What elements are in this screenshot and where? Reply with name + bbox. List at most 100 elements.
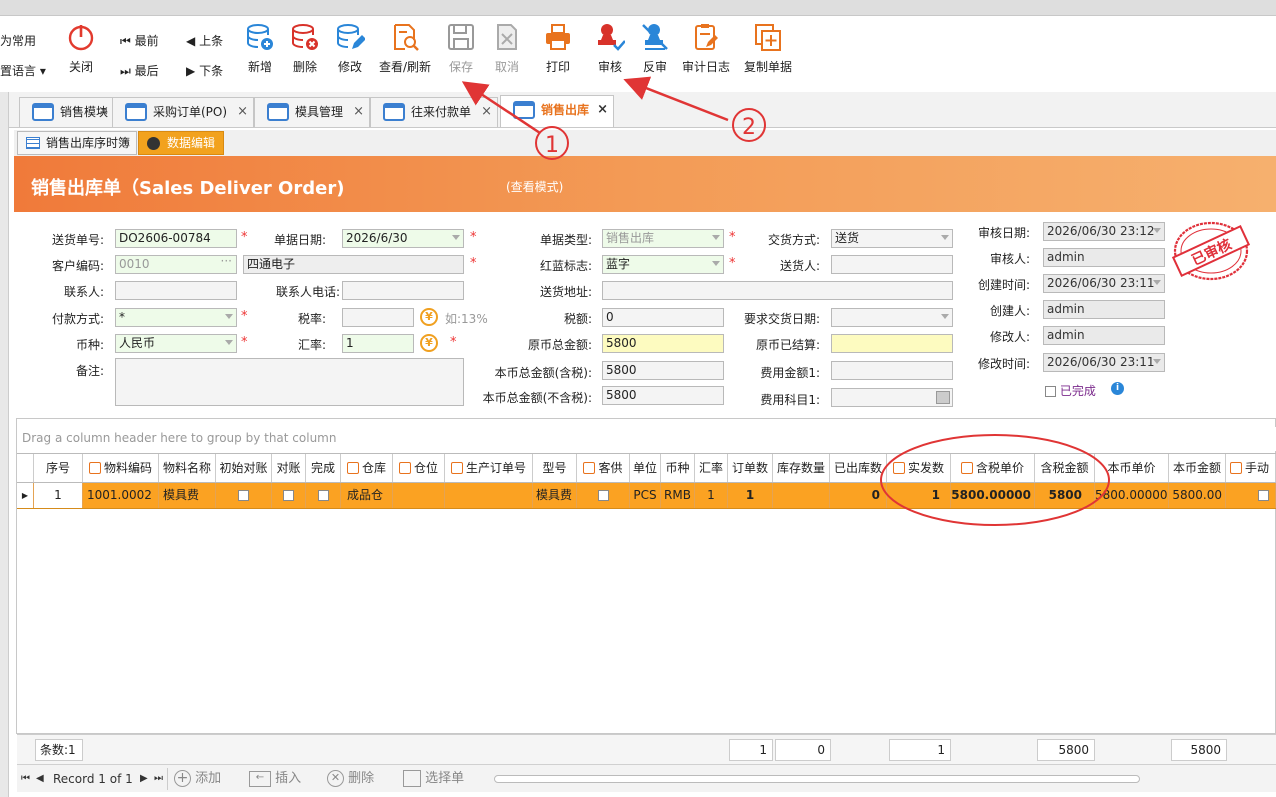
- next-icon[interactable]: ▶: [140, 768, 148, 790]
- cell-item-code[interactable]: 1001.0002: [83, 483, 159, 508]
- info-icon[interactable]: i: [1111, 382, 1124, 395]
- select-doc-button[interactable]: 选择单: [397, 768, 477, 790]
- col-amount-tax[interactable]: 含税金额: [1035, 454, 1095, 482]
- cell-unit-price-tax[interactable]: 5800.00000: [951, 483, 1035, 508]
- add-button[interactable]: 新增: [243, 22, 277, 82]
- delete-row-button[interactable]: ✕ 删除: [321, 768, 397, 790]
- save-button[interactable]: 保存: [444, 22, 478, 82]
- checkbox-icon[interactable]: [1258, 490, 1269, 501]
- col-done[interactable]: 完成: [306, 454, 341, 482]
- col-actual-qty[interactable]: 实发数: [887, 454, 951, 482]
- set-language-item[interactable]: 置语言 ▾: [0, 62, 46, 79]
- tab-sales-delivery[interactable]: 销售出库 ×: [500, 95, 614, 127]
- first-record-button[interactable]: ⏮ 最前: [120, 32, 159, 49]
- doc-type-select[interactable]: 销售出库: [602, 229, 724, 248]
- tab-mold-management[interactable]: 模具管理 ×: [254, 97, 370, 127]
- ellipsis-icon[interactable]: ···: [221, 256, 232, 270]
- checkbox-icon[interactable]: [283, 490, 294, 501]
- col-seq[interactable]: 序号: [34, 454, 83, 482]
- fee-subject-field[interactable]: [831, 388, 953, 407]
- cell-recon[interactable]: [272, 483, 306, 508]
- checkbox-icon[interactable]: [597, 490, 609, 501]
- contact-field[interactable]: [115, 281, 237, 300]
- col-rate[interactable]: 汇率: [695, 454, 728, 482]
- cell-amount-tax[interactable]: 5800: [1035, 483, 1095, 508]
- approve-button[interactable]: 审核: [592, 22, 628, 82]
- cell-rate[interactable]: 1: [695, 483, 728, 508]
- table-row[interactable]: ▶ 1 1001.0002 模具费 成品仓 模具费 PCS RMB 1 1 0 …: [17, 483, 1276, 509]
- next-record-button[interactable]: ▶ 下条: [186, 62, 223, 79]
- close-tab-icon[interactable]: ×: [98, 98, 109, 126]
- audit-log-button[interactable]: 审计日志: [680, 22, 732, 82]
- tab-sales-module[interactable]: 销售模块 ×: [19, 97, 115, 127]
- checkbox-icon[interactable]: [1045, 386, 1056, 397]
- yen-icon[interactable]: ¥: [420, 334, 438, 352]
- checkbox-icon[interactable]: [238, 490, 249, 501]
- local-total-tax-field[interactable]: 5800: [602, 361, 724, 380]
- edit-button[interactable]: 修改: [333, 22, 367, 82]
- cell-shipped-qty[interactable]: 0: [830, 483, 887, 508]
- print-button[interactable]: 打印: [540, 22, 576, 82]
- col-item-code[interactable]: 物料编码: [83, 454, 159, 482]
- col-order-qty[interactable]: 订单数: [728, 454, 773, 482]
- cell-order-qty[interactable]: 1: [728, 483, 773, 508]
- first-icon[interactable]: ⏮: [21, 768, 30, 790]
- col-item-name[interactable]: 物料名称: [159, 454, 216, 482]
- customer-name-field[interactable]: 四通电子: [243, 255, 464, 274]
- cell-local-price[interactable]: 5800.00000: [1095, 483, 1169, 508]
- cancel-button[interactable]: 取消: [490, 22, 524, 82]
- trade-method-select[interactable]: 送货: [831, 229, 953, 248]
- horizontal-scrollbar[interactable]: [494, 775, 1140, 783]
- payment-select[interactable]: *: [115, 308, 237, 327]
- col-recon[interactable]: 对账: [272, 454, 306, 482]
- cell-warehouse[interactable]: 成品仓: [341, 483, 393, 508]
- col-manual[interactable]: 手动: [1226, 454, 1276, 482]
- col-location[interactable]: 仓位: [393, 454, 445, 482]
- close-tab-icon[interactable]: ×: [353, 98, 364, 126]
- required-date-field[interactable]: [831, 308, 953, 327]
- customer-code-field[interactable]: 0010 ···: [115, 255, 237, 274]
- cell-local-amount[interactable]: 5800.00: [1169, 483, 1226, 508]
- col-unit[interactable]: 单位: [630, 454, 661, 482]
- group-by-panel[interactable]: Drag a column header here to group by th…: [17, 427, 1276, 451]
- cell-actual-qty[interactable]: 1: [887, 483, 951, 508]
- tax-rate-field[interactable]: [342, 308, 414, 327]
- checkbox-icon[interactable]: [317, 490, 329, 501]
- col-shipped-qty[interactable]: 已出库数: [830, 454, 887, 482]
- col-currency[interactable]: 币种: [661, 454, 695, 482]
- cell-unit[interactable]: PCS: [630, 483, 661, 508]
- delivery-no-field[interactable]: DO2606-00784: [115, 229, 237, 248]
- cell-seq[interactable]: 1: [34, 483, 83, 508]
- col-local-price[interactable]: 本币单价: [1095, 454, 1169, 482]
- col-stock-qty[interactable]: 库存数量: [773, 454, 830, 482]
- set-favorite-item[interactable]: 为常用: [0, 32, 36, 49]
- cell-init-recon[interactable]: [216, 483, 272, 508]
- cell-prod-order[interactable]: [445, 483, 533, 508]
- prev-record-button[interactable]: ◀ 上条: [186, 32, 223, 49]
- delete-button[interactable]: 删除: [288, 22, 322, 82]
- tab-data-edit[interactable]: 数据编辑: [138, 131, 224, 155]
- close-tab-icon[interactable]: ×: [597, 96, 608, 124]
- copy-doc-button[interactable]: 复制单据: [742, 22, 794, 82]
- col-model[interactable]: 型号: [533, 454, 577, 482]
- delivery-address-field[interactable]: [602, 281, 953, 300]
- doc-date-field[interactable]: 2026/6/30: [342, 229, 464, 248]
- col-customer-supplied[interactable]: 客供: [577, 454, 630, 482]
- cell-stock-qty[interactable]: [773, 483, 830, 508]
- tab-purchase-order[interactable]: 采购订单(PO) ×: [112, 97, 254, 127]
- currency-select[interactable]: 人民币: [115, 334, 237, 353]
- cell-customer-supplied[interactable]: [577, 483, 630, 508]
- orig-total-field[interactable]: 5800: [602, 334, 724, 353]
- cell-location[interactable]: [393, 483, 445, 508]
- lookup-icon[interactable]: [936, 391, 950, 404]
- cell-done[interactable]: [306, 483, 341, 508]
- last-icon[interactable]: ⏭: [154, 768, 163, 790]
- prev-icon[interactable]: ◀: [36, 768, 44, 790]
- close-tab-icon[interactable]: ×: [481, 98, 492, 126]
- unapprove-button[interactable]: 反审: [637, 22, 673, 82]
- col-prod-order[interactable]: 生产订单号: [445, 454, 533, 482]
- cell-currency[interactable]: RMB: [661, 483, 695, 508]
- orig-settled-field[interactable]: [831, 334, 953, 353]
- tab-delivery-journal[interactable]: 销售出库序时簿: [17, 131, 137, 155]
- tax-amount-field[interactable]: 0: [602, 308, 724, 327]
